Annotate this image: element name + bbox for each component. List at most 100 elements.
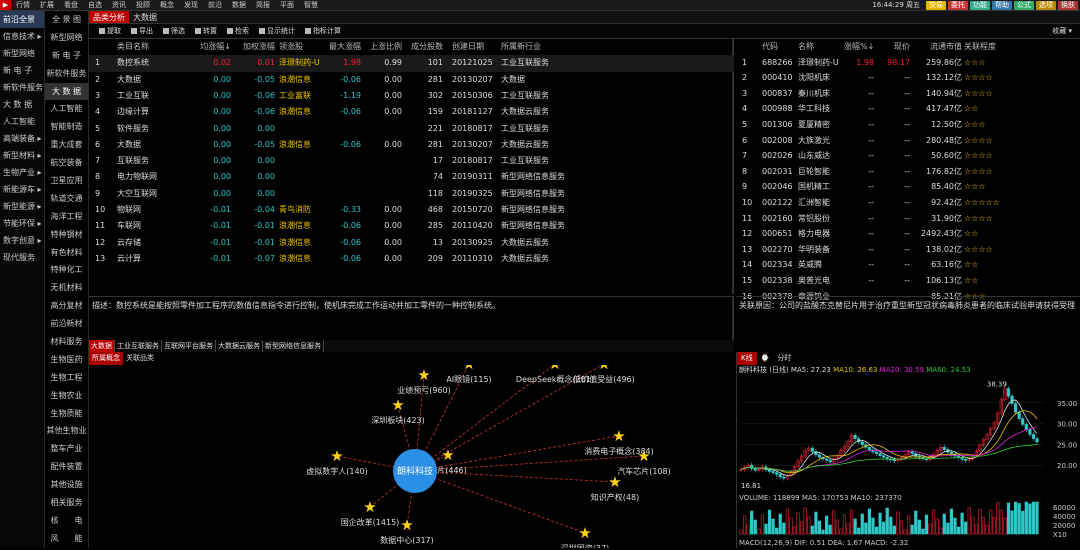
column-header[interactable]: 均涨幅↓	[199, 39, 231, 55]
menu-item[interactable]: 资讯	[107, 0, 131, 10]
menu-item[interactable]: 看盘	[59, 0, 83, 10]
sidebar-item[interactable]: 生物产业 ▸	[0, 164, 44, 181]
sidebar-item[interactable]: 人工智能	[0, 113, 44, 130]
concept-item[interactable]: 海洋工程	[45, 208, 88, 226]
concept-item[interactable]: 新型网络	[45, 29, 88, 47]
sidebar-item[interactable]: 新软件服务	[0, 79, 44, 96]
menu-item[interactable]: 简报	[251, 0, 275, 10]
table-row[interactable]: 3 工业互联 0.00 -0.06 工业富联 -1.19 0.00 302 20150306 工业…	[89, 88, 734, 104]
toolbar-button[interactable]: 显示统计	[259, 26, 295, 36]
menu-item[interactable]: 投顾	[131, 0, 155, 10]
concept-item[interactable]: 新软件服务	[45, 65, 88, 83]
column-header[interactable]: 创建日期	[452, 39, 498, 55]
column-header[interactable]: 领涨股	[279, 39, 325, 55]
column-header[interactable]: 流通市值	[916, 39, 962, 55]
table-row[interactable]: 6 002008 大族激光 -- -- 280.48亿 ☆☆☆☆	[736, 133, 1080, 149]
sidebar-item[interactable]: 新型能源 ▸	[0, 198, 44, 215]
sidebar-item[interactable]: 前沿全景	[0, 11, 44, 28]
menu-action-button[interactable]: 选项	[1036, 0, 1056, 10]
column-header[interactable]: 加权涨幅	[239, 39, 275, 55]
toolbar-button[interactable]: 指标计算	[305, 26, 341, 36]
concept-item[interactable]: 整车产业	[45, 440, 88, 458]
table-row[interactable]: 7 互联服务 0.00 0.00 17 20180817 工业互联服务	[89, 153, 734, 169]
concept-item[interactable]: 新 电 子	[45, 47, 88, 65]
menu-action-button[interactable]: 换肤	[1058, 0, 1078, 10]
column-header[interactable]: 现价	[884, 39, 910, 55]
concept-item[interactable]: 相关服务	[45, 494, 88, 512]
table-row[interactable]: 7 002026 山东威达 -- -- 50.60亿 ☆☆☆☆	[736, 148, 1080, 164]
table-row[interactable]: 2 000410 沈阳机床 -- -- 132.12亿 ☆☆☆☆	[736, 70, 1080, 86]
concept-item[interactable]: 人工智能	[45, 100, 88, 118]
menu-item[interactable]: 前沿	[203, 0, 227, 10]
concept-item[interactable]: 配件装置	[45, 458, 88, 476]
toolbar-button[interactable]: 提取	[99, 26, 121, 36]
sidebar-item[interactable]: 大 数 据	[0, 96, 44, 113]
column-header[interactable]: 关联程度	[964, 39, 1024, 55]
industry-tag[interactable]: 工业互联服务	[115, 340, 162, 352]
table-row[interactable]: 5 001306 夏厦精密 -- -- 12.50亿 ☆☆☆	[736, 117, 1080, 133]
table-row[interactable]: 11 002160 常铝股份 -- -- 31.90亿 ☆☆☆☆	[736, 211, 1080, 227]
column-header[interactable]: 所属新行业	[501, 39, 601, 55]
table-row[interactable]: 13 云计算 -0.01 -0.07 浪潮信息 -0.06 0.00 209 20110310 大…	[89, 251, 734, 267]
sidebar-item[interactable]: 信息技术 ▸	[0, 28, 44, 45]
column-header[interactable]: 代码	[762, 39, 796, 55]
menu-item[interactable]: 数据	[227, 0, 251, 10]
sidebar-item[interactable]: 新型材料 ▸	[0, 147, 44, 164]
industry-tag[interactable]: 大数据云服务	[216, 340, 263, 352]
table-row[interactable]: 14 002334 英威腾 -- -- 63.16亿 ☆☆	[736, 257, 1080, 273]
table-row[interactable]: 8 002031 巨轮智能 -- -- 176.82亿 ☆☆☆☆	[736, 164, 1080, 180]
concept-item[interactable]: 生物质能	[45, 405, 88, 423]
kline-tab[interactable]: 分时	[773, 352, 795, 365]
table-row[interactable]: 4 边缘计算 0.00 -0.06 浪潮信息 -0.06 0.00 159 20181127 大数…	[89, 104, 734, 120]
concept-item[interactable]: 生物医药	[45, 351, 88, 369]
column-header[interactable]: 名称	[798, 39, 844, 55]
column-header[interactable]: 类目名称	[117, 39, 197, 55]
table-row[interactable]: 10 物联网 -0.01 -0.04 青鸟消防 -0.33 0.00 468 20150720 新…	[89, 202, 734, 218]
column-header[interactable]: 涨幅%↓	[844, 39, 874, 55]
concept-item[interactable]: 轨道交通	[45, 190, 88, 208]
tab[interactable]: 大数据	[129, 11, 161, 23]
table-row[interactable]: 11 车联网 -0.01 -0.01 浪潮信息 -0.06 0.00 285 20110420 新…	[89, 218, 734, 234]
app-logo-icon[interactable]: ▶	[0, 0, 11, 10]
menu-item[interactable]: 自选	[83, 0, 107, 10]
concept-item[interactable]: 特种钢材	[45, 226, 88, 244]
sidebar-item[interactable]: 高端装备 ▸	[0, 130, 44, 147]
kline-tab[interactable]: ⌚	[757, 352, 774, 365]
concept-item[interactable]: 生物农业	[45, 387, 88, 405]
table-row[interactable]: 13 002270 华明装备 -- -- 138.02亿 ☆☆☆☆	[736, 242, 1080, 258]
concept-item[interactable]: 生物工程	[45, 369, 88, 387]
concept-item[interactable]: 大 数 据	[45, 82, 88, 101]
menu-item[interactable]: 发现	[179, 0, 203, 10]
column-header[interactable]: 上涨比例	[364, 39, 402, 55]
concept-item[interactable]: 智能制造	[45, 118, 88, 136]
concept-item[interactable]: 无机材料	[45, 279, 88, 297]
table-row[interactable]: 1 数控系统 0.02 0.01 泽璟制药-U 1.98 0.99 101 20121025 工业…	[89, 55, 734, 72]
toolbar-button[interactable]: 筛选	[163, 26, 185, 36]
table-row[interactable]: 4 000988 华工科技 -- -- 417.47亿 ☆☆	[736, 101, 1080, 117]
table-row[interactable]: 5 软件服务 0.00 0.00 221 20180817 工业互联服务	[89, 121, 734, 137]
concept-item[interactable]: 航空装备	[45, 154, 88, 172]
concept-item[interactable]: 高分复材	[45, 297, 88, 315]
table-row[interactable]: 15 002338 奥普光电 -- -- 106.13亿 ☆☆	[736, 273, 1080, 289]
sidebar-item[interactable]: 新能源车 ▸	[0, 181, 44, 198]
menu-action-button[interactable]: 委托	[948, 0, 968, 10]
concept-item[interactable]: 风 能	[45, 530, 88, 548]
table-row[interactable]: 3 000837 秦川机床 -- -- 140.94亿 ☆☆☆☆	[736, 86, 1080, 102]
concept-item[interactable]: 卫星应用	[45, 172, 88, 190]
sidebar-item[interactable]: 新型网络	[0, 45, 44, 62]
table-row[interactable]: 10 002122 汇洲智能 -- -- 92.42亿 ☆☆☆☆☆	[736, 195, 1080, 211]
toolbar-button[interactable]: 导出	[131, 26, 153, 36]
menu-item[interactable]: 扩展	[35, 0, 59, 10]
concept-item[interactable]: 其他生物业	[45, 422, 88, 440]
concept-item[interactable]: 重大成套	[45, 136, 88, 154]
menu-action-button[interactable]: 公式	[1014, 0, 1034, 10]
menu-action-button[interactable]: 功能	[970, 0, 990, 10]
table-row[interactable]: 9 002046 国机精工 -- -- 85.40亿 ☆☆☆	[736, 179, 1080, 195]
concept-item[interactable]: 有色材料	[45, 244, 88, 262]
table-row[interactable]: 1 688266 泽璟制药-U 1.98 98.17 259.86亿 ☆☆☆	[736, 55, 1080, 71]
menu-action-button[interactable]: 交易	[926, 0, 946, 10]
concept-item[interactable]: 核 电	[45, 512, 88, 530]
menu-item[interactable]: 智慧	[299, 0, 323, 10]
concept-item[interactable]: 材料服务	[45, 333, 88, 351]
subtab[interactable]: 所属概念	[89, 352, 123, 365]
